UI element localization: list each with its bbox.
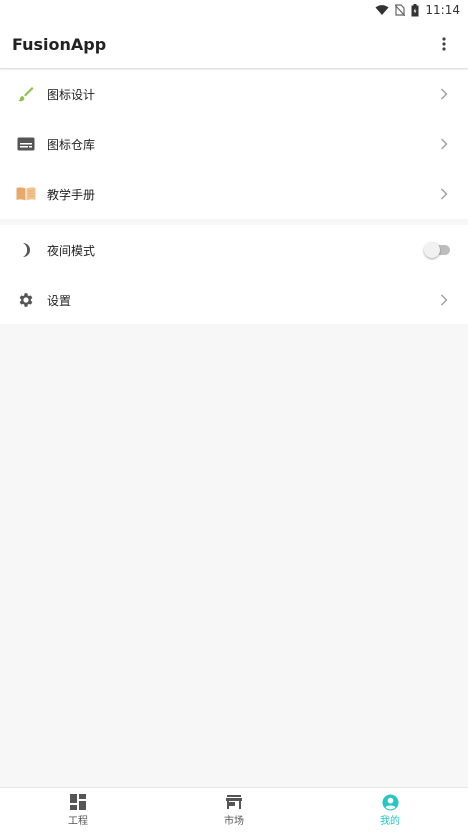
store-icon — [225, 793, 243, 811]
menu-item-label: 图标设计 — [47, 87, 96, 102]
night-mode-toggle[interactable] — [424, 242, 452, 258]
nav-tab-market[interactable]: 市场 — [156, 788, 312, 832]
bottom-navigation: 工程 市场 我的 — [0, 787, 468, 832]
account-circle-icon — [381, 793, 399, 811]
keyboard-icon — [16, 134, 36, 154]
menu-item-label: 教学手册 — [47, 187, 96, 202]
app-title: FusionApp — [12, 34, 107, 54]
toggle-thumb — [424, 242, 440, 258]
menu-item-icon-design[interactable]: 图标设计 — [0, 69, 468, 119]
menu-item-label: 夜间模式 — [47, 243, 96, 258]
status-time: 11:14 — [425, 3, 460, 17]
moon-icon — [16, 240, 36, 260]
nav-tab-label: 工程 — [68, 816, 88, 827]
brush-icon — [16, 84, 36, 104]
gear-icon — [16, 290, 36, 310]
more-vert-icon[interactable] — [432, 32, 456, 56]
menu-section-secondary: 夜间模式 设置 — [0, 225, 468, 324]
chevron-right-icon — [436, 186, 452, 202]
battery-icon — [411, 3, 419, 17]
chevron-right-icon — [436, 86, 452, 102]
menu-item-icon-repository[interactable]: 图标仓库 — [0, 119, 468, 169]
dashboard-icon — [69, 793, 87, 811]
nav-tab-projects[interactable]: 工程 — [0, 788, 156, 832]
nav-tab-mine[interactable]: 我的 — [312, 788, 468, 832]
book-icon — [16, 184, 36, 204]
chevron-right-icon — [436, 292, 452, 308]
menu-item-settings[interactable]: 设置 — [0, 275, 468, 325]
app-bar: FusionApp — [0, 20, 468, 69]
menu-item-night-mode[interactable]: 夜间模式 — [0, 225, 468, 275]
menu-section-primary: 图标设计 图标仓库 教学手册 — [0, 69, 468, 219]
menu-item-label: 图标仓库 — [47, 137, 96, 152]
chevron-right-icon — [436, 136, 452, 152]
nav-tab-label: 市场 — [224, 816, 244, 827]
status-bar: 11:14 — [0, 0, 468, 20]
menu-item-tutorial[interactable]: 教学手册 — [0, 169, 468, 219]
nav-tab-label: 我的 — [380, 816, 400, 827]
wifi-icon — [375, 4, 389, 16]
no-sim-icon — [395, 4, 406, 16]
menu-item-label: 设置 — [47, 293, 72, 308]
